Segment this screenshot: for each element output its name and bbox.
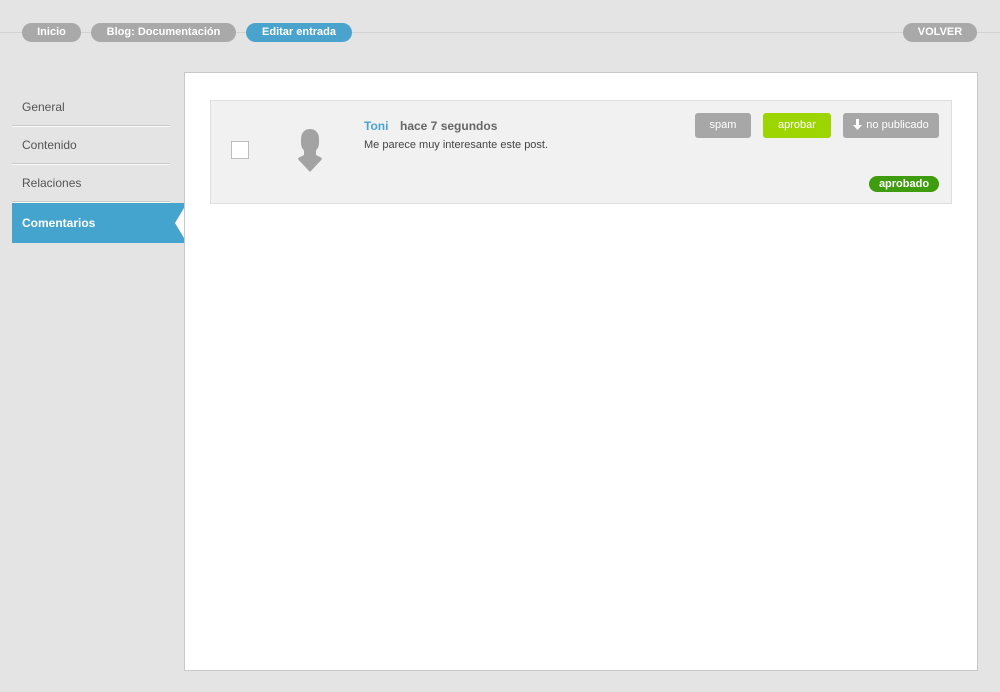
spam-button[interactable]: spam — [695, 113, 751, 138]
back-button[interactable]: VOLVER — [903, 23, 977, 42]
comment-author-link[interactable]: Toni — [364, 119, 388, 133]
arrow-down-icon — [853, 119, 863, 130]
breadcrumb-editar-entrada[interactable]: Editar entrada — [246, 23, 352, 42]
sidebar-item-relaciones[interactable]: Relaciones — [12, 164, 170, 202]
comment-select-checkbox[interactable] — [231, 141, 249, 159]
unpublish-button-label: no publicado — [866, 119, 929, 131]
breadcrumb: Inicio Blog: Documentación Editar entrad… — [0, 0, 1000, 60]
sidebar-nav: General Contenido Relaciones Comentarios — [12, 88, 187, 243]
user-silhouette-icon — [298, 129, 322, 172]
approve-button[interactable]: aprobar — [763, 113, 831, 138]
sidebar-item-general[interactable]: General — [12, 88, 170, 126]
breadcrumb-inicio[interactable]: Inicio — [22, 23, 81, 42]
breadcrumb-blog-documentacion[interactable]: Blog: Documentación — [91, 23, 236, 42]
comment-timestamp: hace 7 segundos — [400, 119, 498, 133]
comment-row: Toni hace 7 segundos Me parece muy inter… — [210, 100, 952, 204]
comments-panel: Toni hace 7 segundos Me parece muy inter… — [184, 72, 978, 671]
status-badge: aprobado — [869, 176, 939, 192]
sidebar-item-contenido[interactable]: Contenido — [12, 126, 170, 164]
unpublish-button[interactable]: no publicado — [843, 113, 939, 138]
comment-text: Me parece muy interesante este post. — [364, 139, 549, 151]
sidebar-item-comentarios[interactable]: Comentarios — [12, 203, 187, 243]
